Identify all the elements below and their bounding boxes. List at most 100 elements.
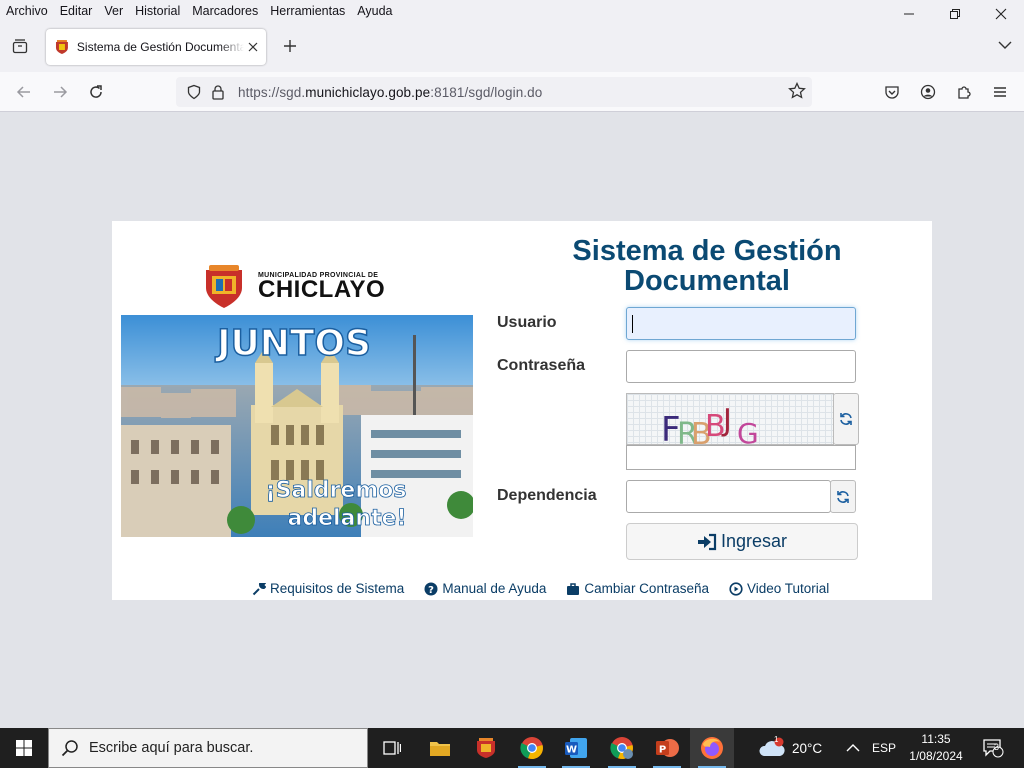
help-manual-link[interactable]: ? Manual de Ayuda: [424, 581, 546, 596]
menu-ver[interactable]: Ver: [98, 4, 129, 18]
weather-widget[interactable]: 1 20°C: [758, 728, 822, 768]
firefox-button[interactable]: [690, 728, 734, 768]
page-title-line1: Sistema de Gestión: [572, 235, 842, 267]
navigation-toolbar: https://sgd.munichiclayo.gob.pe:8181/sgd…: [0, 72, 1024, 112]
menu-marcadores[interactable]: Marcadores: [186, 4, 264, 18]
windows-taskbar: Escribe aquí para buscar. W P 1 20°C ESP…: [0, 728, 1024, 768]
banner-slogan-line2: adelante!: [287, 506, 406, 531]
chevron-down-icon: [998, 41, 1012, 49]
close-icon: [248, 42, 258, 52]
menu-herramientas[interactable]: Herramientas: [264, 4, 351, 18]
video-tutorial-link[interactable]: Video Tutorial: [729, 581, 829, 596]
tab-list-button[interactable]: [8, 34, 32, 58]
chrome-profile-button[interactable]: [600, 728, 644, 768]
reload-icon: [90, 85, 102, 98]
show-hidden-icons-button[interactable]: [846, 728, 860, 768]
svg-text:P: P: [659, 745, 666, 756]
clock-date: 1/08/2024: [909, 749, 963, 763]
menu-bar: Archivo Editar Ver Historial Marcadores …: [0, 0, 1024, 22]
powerpoint-icon: P: [656, 739, 679, 757]
menu-archivo[interactable]: Archivo: [0, 4, 54, 18]
user-label: Usuario: [497, 314, 557, 331]
file-explorer-button[interactable]: [418, 728, 462, 768]
pocket-button[interactable]: [880, 80, 904, 104]
firefox-icon: [701, 737, 723, 759]
extensions-button[interactable]: [952, 80, 976, 104]
user-input[interactable]: [626, 307, 856, 340]
municipality-app-button[interactable]: [464, 728, 508, 768]
captcha-input[interactable]: [626, 445, 856, 470]
pocket-icon: [885, 86, 899, 99]
municipality-logo: MUNICIPALIDAD PROVINCIAL DE CHICLAYO: [200, 262, 400, 310]
arrow-right-icon: [54, 86, 68, 98]
language-label: ESP: [872, 741, 897, 755]
password-input[interactable]: [626, 350, 856, 383]
video-tutorial-link-label: Video Tutorial: [746, 581, 830, 596]
tab-active[interactable]: Sistema de Gestión Documental: [46, 29, 266, 65]
help-manual-link-label: Manual de Ayuda: [442, 581, 547, 596]
dependency-input[interactable]: [626, 480, 831, 513]
app-menu-button[interactable]: [988, 80, 1012, 104]
new-tab-button[interactable]: [280, 36, 300, 56]
system-clock[interactable]: 11:35 1/08/2024: [902, 731, 970, 765]
padlock-icon[interactable]: [208, 82, 228, 102]
plus-icon: [284, 40, 296, 52]
chrome-profile-icon: [610, 737, 633, 760]
svg-text:W: W: [566, 745, 577, 756]
back-button[interactable]: [12, 80, 36, 104]
question-circle-icon: ?: [424, 582, 438, 596]
change-password-link[interactable]: Cambiar Contraseña: [566, 581, 709, 596]
task-view-icon: [383, 741, 401, 755]
word-button[interactable]: W: [554, 728, 598, 768]
help-links: Requisitos de Sistema ? Manual de Ayuda …: [252, 581, 829, 596]
weather-temperature: 20°C: [792, 740, 823, 756]
powerpoint-button[interactable]: P: [645, 728, 689, 768]
page-title: Sistema de Gestión Documental: [542, 236, 872, 296]
tracking-protection-shield-icon[interactable]: [184, 82, 204, 102]
login-card: MUNICIPALIDAD PROVINCIAL DE CHICLAYO JUN…: [112, 221, 932, 600]
login-submit-button[interactable]: Ingresar: [626, 523, 858, 560]
menu-historial[interactable]: Historial: [129, 4, 186, 18]
input-language-indicator[interactable]: ESP: [872, 728, 896, 768]
sign-in-icon: [697, 533, 717, 550]
banner-juntos-text: JUNTOS: [214, 323, 371, 364]
dependency-label: Dependencia: [497, 487, 597, 504]
wrench-icon: [252, 582, 266, 595]
briefcase-icon: [567, 582, 580, 595]
tab-close-button[interactable]: [248, 39, 258, 55]
forward-button[interactable]: [48, 80, 72, 104]
address-bar[interactable]: https://sgd.munichiclayo.gob.pe:8181/sgd…: [176, 77, 812, 107]
notification-center-button[interactable]: 3: [982, 728, 1004, 768]
chrome-button[interactable]: [510, 728, 554, 768]
weather-badge-count: 1: [774, 735, 779, 744]
captcha-char-5: J: [721, 403, 732, 438]
hamburger-menu-icon: [994, 87, 1006, 97]
taskbar-search-box[interactable]: Escribe aquí para buscar.: [48, 728, 368, 768]
menu-editar[interactable]: Editar: [54, 4, 99, 18]
reload-button[interactable]: [84, 80, 108, 104]
dependency-refresh-button[interactable]: [830, 480, 856, 513]
minimize-icon: [904, 13, 914, 15]
menu-ayuda[interactable]: Ayuda: [351, 4, 398, 18]
refresh-icon: [837, 490, 849, 503]
password-label: Contraseña: [497, 357, 586, 374]
account-icon: [920, 84, 936, 100]
captcha-refresh-button[interactable]: [833, 393, 859, 445]
requirements-link-label: Requisitos de Sistema: [270, 581, 405, 596]
word-icon: W: [565, 738, 587, 758]
chrome-icon: [520, 737, 543, 760]
arrow-left-icon: [16, 86, 30, 98]
taskbar-search-placeholder: Escribe aquí para buscar.: [89, 740, 254, 756]
start-button[interactable]: [0, 728, 48, 768]
url-text: https://sgd.munichiclayo.gob.pe:8181/sgd…: [238, 84, 543, 100]
folder-icon: [430, 742, 450, 756]
list-all-tabs-button[interactable]: [998, 38, 1012, 53]
requirements-link[interactable]: Requisitos de Sistema: [252, 581, 404, 596]
bookmark-star-icon[interactable]: [788, 81, 806, 103]
notification-icon: [983, 739, 1004, 758]
tab-title: Sistema de Gestión Documental: [76, 40, 244, 54]
tab-list-icon: [12, 39, 28, 54]
account-button[interactable]: [916, 80, 940, 104]
task-view-button[interactable]: [370, 728, 414, 768]
municipal-seal-icon: [477, 738, 495, 758]
